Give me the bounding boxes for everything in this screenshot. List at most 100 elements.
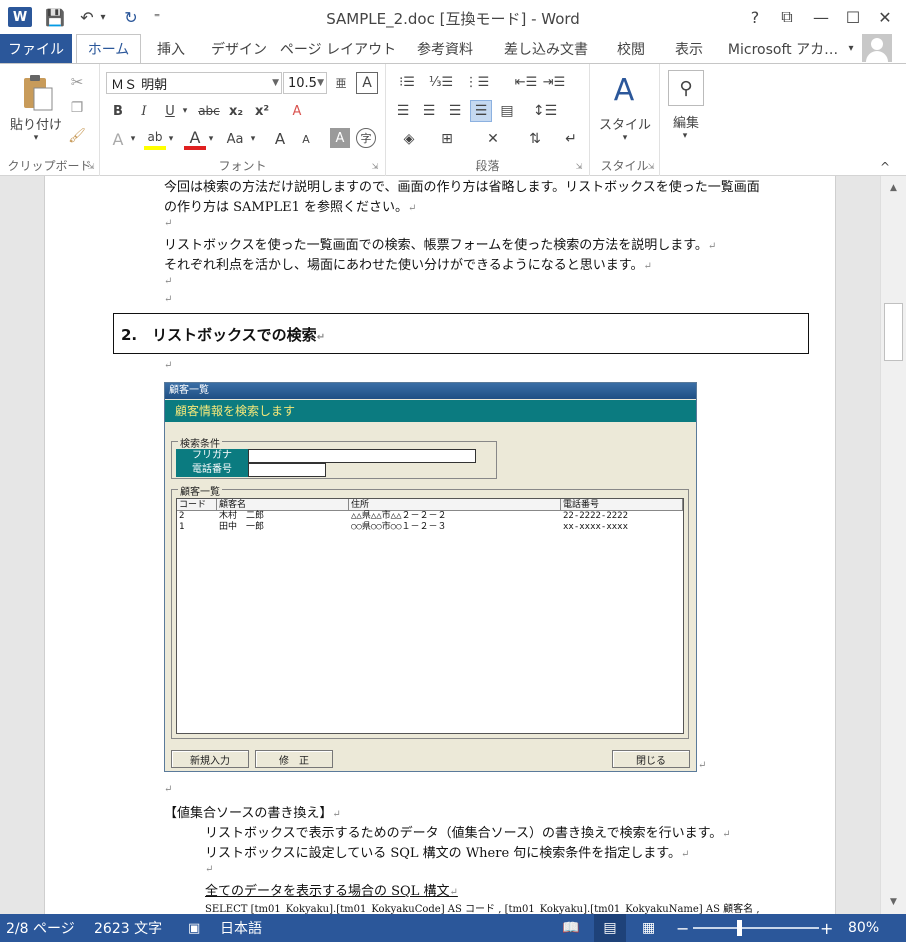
align-left-icon[interactable]: ☰	[392, 100, 414, 122]
styles-dropdown-icon[interactable]: ▾	[618, 132, 632, 144]
ribbon-display-options-icon[interactable]: ⧉	[772, 4, 802, 30]
avatar[interactable]	[862, 34, 892, 62]
table-row-2-code[interactable]: 1	[177, 522, 184, 533]
help-button[interactable]: ?	[740, 4, 770, 30]
page-count[interactable]: 2/8 ページ	[6, 914, 75, 942]
scroll-up-icon[interactable]: ▲	[881, 178, 906, 198]
align-right-icon[interactable]: ☰	[444, 100, 466, 122]
borders-icon[interactable]: ⊞	[432, 128, 462, 150]
styles-icon[interactable]: A	[604, 70, 644, 110]
copy-icon[interactable]: ❐	[66, 98, 88, 118]
table-row-1-code[interactable]: 2	[177, 511, 184, 522]
close-button[interactable]: ✕	[870, 4, 900, 30]
change-case-script-icon[interactable]: 亜	[332, 72, 350, 94]
customer-listbox[interactable]: コード 顧客名 住所 電話番号 2 木村 二郎 △△県△△市△△２－２－２ 22…	[176, 498, 684, 734]
editing-button[interactable]: 編集	[662, 112, 710, 131]
decrease-indent-icon[interactable]: ⇤☰	[514, 72, 538, 92]
align-center-icon[interactable]: ☰	[418, 100, 440, 122]
table-row-2-name[interactable]: 田中 一郎	[217, 522, 264, 533]
edit-button[interactable]: 修 正	[255, 750, 333, 768]
tab-insert[interactable]: 挿入	[146, 34, 196, 63]
paste-button[interactable]: 貼り付け	[4, 114, 68, 133]
change-case-dropdown-icon[interactable]: ▾	[248, 128, 258, 150]
tab-design[interactable]: デザイン	[204, 34, 274, 63]
zoom-slider-thumb[interactable]	[737, 920, 742, 936]
styles-button[interactable]: スタイル	[592, 114, 658, 133]
paste-dropdown-icon[interactable]: ▾	[26, 132, 46, 144]
line-spacing-icon[interactable]: ↕☰	[530, 100, 560, 122]
tab-mailings[interactable]: 差し込み文書	[494, 34, 598, 63]
proofing-icon[interactable]: ▣	[188, 914, 200, 942]
table-row-1-name[interactable]: 木村 二郎	[217, 511, 264, 522]
column-header-code[interactable]: コード	[177, 499, 217, 511]
column-header-name[interactable]: 顧客名	[217, 499, 349, 511]
text-effects-icon[interactable]: A	[108, 128, 128, 150]
scrollbar-thumb[interactable]	[884, 303, 903, 361]
table-row-1-address[interactable]: △△県△△市△△２－２－２	[349, 511, 447, 522]
new-entry-button[interactable]: 新規入力	[171, 750, 249, 768]
justify-icon[interactable]: ☰	[470, 100, 492, 122]
highlight-icon[interactable]: ab	[144, 128, 166, 150]
tab-review[interactable]: 校閲	[606, 34, 656, 63]
print-layout-icon[interactable]: ▤	[594, 914, 626, 942]
zoom-out-button[interactable]: −	[676, 914, 689, 942]
styles-launcher-icon[interactable]: ⇲	[646, 160, 656, 172]
increase-indent-icon[interactable]: ⇥☰	[542, 72, 566, 92]
italic-button[interactable]: I	[134, 100, 154, 122]
tab-page-layout[interactable]: ページ レイアウト	[280, 34, 396, 63]
font-name-combo[interactable]: ＭＳ 明朝 ▼	[106, 72, 282, 94]
bullets-icon[interactable]: ⁝☰	[392, 72, 422, 92]
show-marks-icon[interactable]: ↵	[560, 128, 582, 150]
enclose-characters-icon[interactable]: 字	[356, 128, 376, 148]
table-row-1-phone[interactable]: 22-2222-2222	[561, 511, 628, 522]
asian-layout-icon[interactable]: ✕	[478, 128, 508, 150]
web-layout-icon[interactable]: ▦	[642, 914, 655, 942]
paste-icon[interactable]	[20, 72, 54, 112]
grow-font-icon[interactable]: A	[270, 128, 290, 150]
tab-file[interactable]: ファイル	[0, 34, 72, 63]
font-size-combo[interactable]: 10.5 ▼	[283, 72, 327, 94]
clear-formatting-icon[interactable]: A	[286, 100, 308, 122]
shading-icon[interactable]: ◈	[394, 128, 424, 150]
minimize-button[interactable]: —	[806, 4, 836, 30]
clipboard-launcher-icon[interactable]: ⇲	[86, 160, 96, 172]
tab-view[interactable]: 表示	[664, 34, 714, 63]
furigana-input[interactable]	[248, 449, 476, 463]
vertical-scrollbar[interactable]: ▲ ▼	[880, 176, 906, 914]
text-effects-dropdown-icon[interactable]: ▾	[128, 128, 138, 150]
sort-icon[interactable]: ⇅	[524, 128, 546, 150]
bold-button[interactable]: B	[108, 100, 128, 122]
column-header-address[interactable]: 住所	[349, 499, 561, 511]
read-mode-icon[interactable]: 📖	[562, 914, 579, 942]
zoom-slider[interactable]	[693, 927, 819, 929]
document-page[interactable]: 今回は検索の方法だけ説明しますので、画面の作り方は省略します。リストボックスを使…	[44, 176, 836, 914]
account-dropdown-icon[interactable]: ▾	[844, 34, 858, 63]
strikethrough-button[interactable]: abc	[194, 100, 224, 122]
editing-dropdown-icon[interactable]: ▾	[678, 130, 692, 142]
change-case-button[interactable]: Aa	[222, 128, 248, 150]
underline-button[interactable]: U	[160, 100, 180, 122]
tab-references[interactable]: 参考資料	[404, 34, 486, 63]
word-count[interactable]: 2623 文字	[94, 914, 162, 942]
paragraph-launcher-icon[interactable]: ⇲	[574, 160, 584, 172]
distributed-icon[interactable]: ▤	[496, 100, 518, 122]
font-launcher-icon[interactable]: ⇲	[370, 160, 380, 172]
scroll-down-icon[interactable]: ▼	[881, 892, 906, 912]
phone-input[interactable]	[248, 463, 326, 477]
superscript-button[interactable]: x²	[250, 100, 274, 122]
language-indicator[interactable]: 日本語	[220, 914, 262, 942]
font-color-dropdown-icon[interactable]: ▾	[206, 128, 216, 150]
character-border-icon[interactable]: A	[356, 72, 378, 94]
find-binoculars-icon[interactable]: ⚲	[668, 70, 704, 106]
collapse-ribbon-icon[interactable]: ^	[876, 160, 894, 174]
table-row-2-phone[interactable]: xx-xxxx-xxxx	[561, 522, 628, 533]
table-row-2-address[interactable]: ○○県○○市○○１－２－３	[349, 522, 447, 533]
numbering-icon[interactable]: ⅓☰	[426, 72, 456, 92]
underline-dropdown-icon[interactable]: ▾	[180, 100, 190, 122]
font-color-icon[interactable]: A	[184, 128, 206, 150]
account-menu[interactable]: Microsoft アカ…	[724, 34, 842, 63]
close-form-button[interactable]: 閉じる	[612, 750, 690, 768]
character-shading-icon[interactable]: A	[330, 128, 350, 148]
multilevel-list-icon[interactable]: ⋮☰	[462, 72, 492, 92]
tab-home[interactable]: ホーム	[76, 34, 141, 63]
